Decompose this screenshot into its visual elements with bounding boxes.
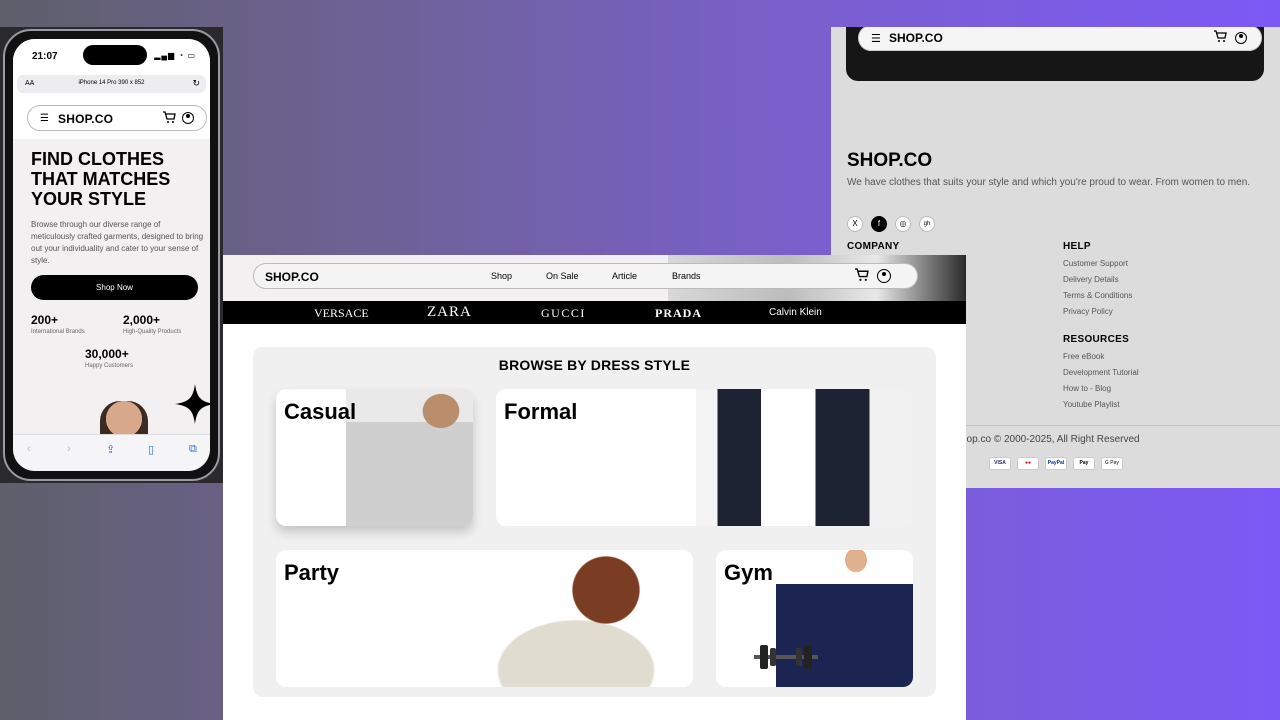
browser-toolbar: ‹ › ⇪ ▯ ⧉ bbox=[13, 434, 210, 471]
status-time: 21:07 bbox=[32, 51, 58, 62]
style-card-party[interactable]: Party bbox=[276, 550, 693, 687]
mobile-navbar: ☰ SHOP.CO bbox=[27, 105, 207, 131]
cart-icon[interactable] bbox=[1213, 30, 1227, 48]
style-card-gym[interactable]: Gym bbox=[716, 550, 913, 687]
desktop-navbar: SHOP.CO Shop On Sale Article Brands bbox=[253, 263, 918, 289]
brand-prada: PRADA bbox=[655, 306, 702, 320]
footer-link[interactable]: Youtube Playlist bbox=[1063, 400, 1120, 409]
dumbbell-icon bbox=[754, 645, 818, 669]
hamburger-menu-icon[interactable]: ☰ bbox=[871, 32, 881, 45]
user-account-icon[interactable] bbox=[877, 269, 891, 283]
brand-calvin-klein: Calvin Klein bbox=[769, 307, 822, 318]
stat-label: International Brands bbox=[31, 329, 85, 335]
hero-description: Browse through our diverse range of meti… bbox=[31, 220, 204, 265]
back-icon[interactable]: ‹ bbox=[27, 443, 31, 455]
nav-link-on-sale[interactable]: On Sale bbox=[546, 271, 579, 281]
company-heading: COMPANY bbox=[847, 241, 900, 252]
brand-zara: ZARA bbox=[427, 304, 472, 320]
brands-bar: VERSACE ZARA GUCCI PRADA Calvin Klein bbox=[223, 301, 966, 324]
casual-photo bbox=[346, 389, 473, 526]
visa-icon: VISA bbox=[989, 457, 1011, 470]
nav-link-brands[interactable]: Brands bbox=[672, 271, 701, 281]
party-photo bbox=[466, 550, 693, 687]
dynamic-island bbox=[83, 45, 147, 65]
user-account-icon[interactable] bbox=[1235, 32, 1247, 44]
mastercard-icon: ●● bbox=[1017, 457, 1039, 470]
mobile-preview: 21:07 ▂▄▆ ◔ ▭ AA iPhone 14 Pro 390 x 852… bbox=[0, 27, 223, 483]
paypal-icon: PayPal bbox=[1045, 457, 1067, 470]
sparkle-star-icon bbox=[175, 384, 210, 429]
site-logo[interactable]: SHOP.CO bbox=[265, 270, 319, 284]
style-label: Gym bbox=[724, 560, 773, 585]
style-label: Party bbox=[284, 560, 340, 585]
forward-icon[interactable]: › bbox=[67, 443, 71, 455]
shop-now-button[interactable]: Shop Now bbox=[31, 275, 198, 300]
resources-heading: RESOURCES bbox=[1063, 334, 1130, 345]
nav-link-article[interactable]: Article bbox=[612, 271, 637, 281]
stat-value: 200+ bbox=[31, 313, 59, 327]
reload-icon[interactable]: ↻ bbox=[192, 78, 200, 89]
footer-link[interactable]: Free eBook bbox=[1063, 352, 1104, 361]
footer-link[interactable]: How to - Blog bbox=[1063, 384, 1111, 393]
footer-link[interactable]: Development Tutorial bbox=[1063, 368, 1139, 377]
footer-link[interactable]: Privacy Policy bbox=[1063, 307, 1113, 316]
apple-pay-icon: Pay bbox=[1073, 457, 1095, 470]
site-logo[interactable]: SHOP.CO bbox=[889, 31, 943, 45]
status-bar: 21:07 ▂▄▆ ◔ ▭ bbox=[13, 39, 210, 79]
nav-link-shop[interactable]: Shop bbox=[491, 271, 512, 281]
style-card-formal[interactable]: Formal bbox=[496, 389, 913, 526]
stat-customers: 30,000+ Happy Customers bbox=[85, 347, 133, 369]
hero-title: FIND CLOTHES THAT MATCHES YOUR STYLE bbox=[31, 149, 171, 209]
browser-url-bar[interactable]: AA iPhone 14 Pro 390 x 852 ↻ bbox=[17, 75, 206, 93]
device-label: iPhone 14 Pro 390 x 852 bbox=[78, 80, 145, 86]
x-twitter-icon[interactable]: X bbox=[847, 216, 863, 232]
stat-value: 30,000+ bbox=[85, 347, 129, 361]
help-heading: HELP bbox=[1063, 241, 1091, 252]
footer-tagline: We have clothes that suits your style an… bbox=[847, 177, 1251, 188]
style-card-casual[interactable]: Casual bbox=[276, 389, 473, 526]
stat-products: 2,000+ High-Quality Products bbox=[123, 313, 181, 335]
instagram-icon[interactable]: ◎ bbox=[895, 216, 911, 232]
footer-link[interactable]: Delivery Details bbox=[1063, 275, 1119, 284]
cart-icon[interactable] bbox=[162, 111, 176, 129]
browse-by-style-section: BROWSE BY DRESS STYLE Casual Formal Part… bbox=[253, 347, 936, 697]
tabs-icon[interactable]: ⧉ bbox=[189, 443, 197, 456]
hamburger-menu-icon[interactable]: ☰ bbox=[40, 113, 49, 124]
footer-link[interactable]: Customer Support bbox=[1063, 259, 1128, 268]
copyright-text: hop.co © 2000-2025, All Right Reserved bbox=[961, 434, 1140, 445]
newsletter-banner: ☰ SHOP.CO bbox=[846, 27, 1264, 81]
phone-screen: 21:07 ▂▄▆ ◔ ▭ AA iPhone 14 Pro 390 x 852… bbox=[13, 39, 210, 471]
footer-navbar: ☰ SHOP.CO bbox=[858, 27, 1262, 51]
stat-brands: 200+ International Brands bbox=[31, 313, 85, 335]
phone-frame: 21:07 ▂▄▆ ◔ ▭ AA iPhone 14 Pro 390 x 852… bbox=[3, 29, 220, 481]
github-icon[interactable]: gh bbox=[919, 216, 935, 232]
desktop-header: SHOP.CO Shop On Sale Article Brands bbox=[223, 255, 966, 301]
browse-title: BROWSE BY DRESS STYLE bbox=[498, 357, 691, 373]
brand-gucci: GUCCI bbox=[541, 306, 586, 320]
site-logo[interactable]: SHOP.CO bbox=[58, 112, 113, 126]
google-pay-icon: G Pay bbox=[1101, 457, 1123, 470]
share-icon[interactable]: ⇪ bbox=[106, 443, 115, 456]
footer-logo[interactable]: SHOP.CO bbox=[847, 150, 932, 172]
signal-wifi-battery-icon: ▂▄▆ ◔ ▭ bbox=[154, 51, 196, 60]
stat-label: High-Quality Products bbox=[123, 329, 182, 335]
facebook-icon[interactable]: f bbox=[871, 216, 887, 232]
brand-versace: VERSACE bbox=[314, 306, 369, 320]
bookmarks-icon[interactable]: ▯ bbox=[148, 443, 154, 456]
style-label: Casual bbox=[284, 399, 357, 424]
style-label: Formal bbox=[504, 399, 578, 424]
stat-value: 2,000+ bbox=[123, 313, 161, 327]
desktop-preview: SHOP.CO Shop On Sale Article Brands VERS… bbox=[223, 255, 966, 720]
footer-link[interactable]: Terms & Conditions bbox=[1063, 291, 1132, 300]
stat-label: Happy Customers bbox=[85, 363, 134, 369]
cart-icon[interactable] bbox=[854, 268, 869, 287]
formal-photo bbox=[696, 389, 913, 526]
user-account-icon[interactable] bbox=[182, 112, 194, 124]
